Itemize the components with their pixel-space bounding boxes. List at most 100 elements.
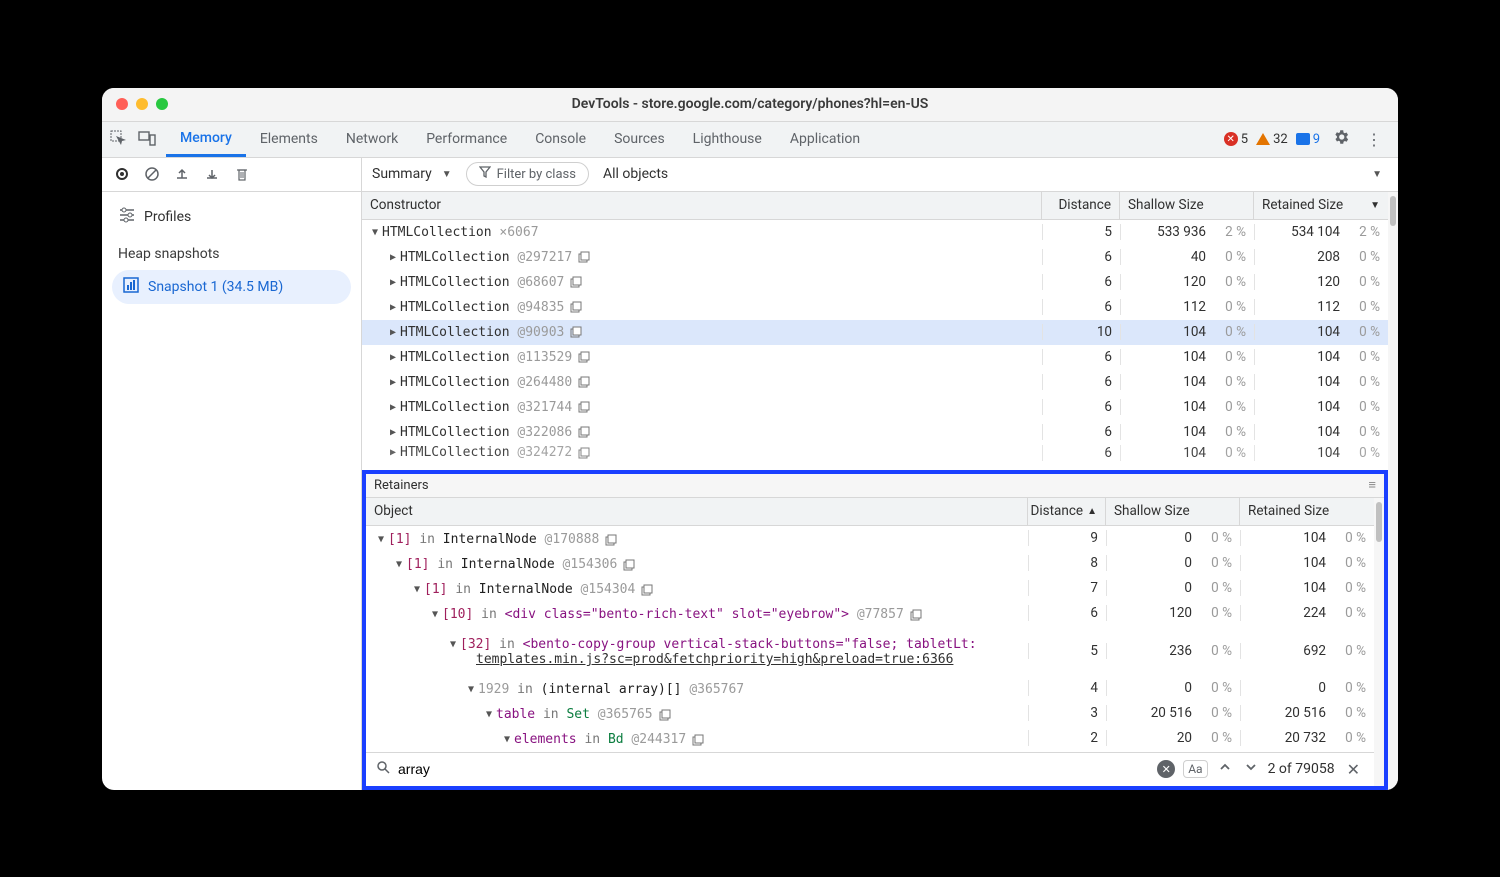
retainer-row[interactable]: ▼elements in Bd @2443172200 %20 7320 % xyxy=(366,726,1374,751)
table-row[interactable]: ▶HTMLCollection @2972176400 %2080 % xyxy=(362,245,1388,270)
close-window-button[interactable] xyxy=(116,98,128,110)
panel-tabs: Memory Elements Network Performance Cons… xyxy=(166,122,874,157)
maximize-window-button[interactable] xyxy=(156,98,168,110)
table-row[interactable]: ▶HTMLCollection @32174461040 %1040 % xyxy=(362,395,1388,420)
profiles-header[interactable]: Profiles xyxy=(112,202,351,232)
popout-icon[interactable] xyxy=(641,584,653,596)
prev-result-icon[interactable] xyxy=(1216,761,1234,777)
devtools-window: DevTools - store.google.com/category/pho… xyxy=(102,88,1398,790)
snapshot-item[interactable]: Snapshot 1 (34.5 MB) xyxy=(112,270,351,304)
popout-icon[interactable] xyxy=(659,709,671,721)
warning-count[interactable]: 32 xyxy=(1256,132,1288,147)
table-row[interactable]: ▶HTMLCollection @32427261040 %1040 % xyxy=(362,445,1388,461)
retainer-row[interactable]: ▼1929 in (internal array)[] @365767400 %… xyxy=(366,676,1374,701)
table-row[interactable]: ▶HTMLCollection @11352961040 %1040 % xyxy=(362,345,1388,370)
chevron-down-icon[interactable]: ▼ xyxy=(1372,169,1382,180)
record-icon[interactable] xyxy=(114,166,130,182)
device-toolbar-icon[interactable] xyxy=(138,130,156,148)
view-select[interactable]: Summary ▼ xyxy=(372,166,452,182)
tab-performance[interactable]: Performance xyxy=(412,122,521,157)
col-shallow-size[interactable]: Shallow Size xyxy=(1120,192,1254,219)
popout-icon[interactable] xyxy=(578,376,590,388)
more-icon[interactable]: ⋮ xyxy=(1362,130,1386,149)
popout-icon[interactable] xyxy=(570,301,582,313)
col-distance[interactable]: Distance▲ xyxy=(1028,498,1106,525)
retainer-row[interactable]: ▼[1] in InternalNode @154304700 %1040 % xyxy=(366,576,1374,601)
hamburger-icon[interactable]: ≡ xyxy=(1368,477,1376,493)
scrollbar[interactable] xyxy=(1388,192,1398,790)
retainer-row[interactable]: ▼[32] in <bento-copy-group vertical-stac… xyxy=(366,626,1374,676)
sidebar-toolbar xyxy=(102,158,361,192)
sort-desc-icon: ▼ xyxy=(1370,200,1380,211)
sidebar: Profiles Heap snapshots Snapshot 1 (34.5… xyxy=(102,158,362,790)
retainers-panel: Retainers ≡ Object Distance▲ Shallow Siz… xyxy=(362,470,1388,790)
save-icon[interactable] xyxy=(204,166,220,182)
popout-icon[interactable] xyxy=(605,534,617,546)
table-row[interactable]: ▶HTMLCollection @26448061040 %1040 % xyxy=(362,370,1388,395)
col-retained-size[interactable]: Retained Size▼ xyxy=(1254,192,1388,219)
retainer-row[interactable]: ▼[1] in InternalNode @154306800 %1040 % xyxy=(366,551,1374,576)
popout-icon[interactable] xyxy=(910,609,922,621)
tab-sources[interactable]: Sources xyxy=(600,122,679,157)
col-retained-size[interactable]: Retained Size xyxy=(1240,498,1374,525)
popout-icon[interactable] xyxy=(578,251,590,263)
main-toolbar: Memory Elements Network Performance Cons… xyxy=(102,122,1398,158)
class-filter[interactable]: Filter by class xyxy=(466,162,589,186)
inspect-icon[interactable] xyxy=(110,130,128,148)
window-title: DevTools - store.google.com/category/pho… xyxy=(102,96,1398,112)
popout-icon[interactable] xyxy=(692,734,704,746)
table-row[interactable]: ▶HTMLCollection @6860761200 %1200 % xyxy=(362,270,1388,295)
popout-icon[interactable] xyxy=(578,426,590,438)
retainers-title: Retainers xyxy=(374,478,1368,493)
table-row-group[interactable]: ▼HTMLCollection ×6067 5 533 9362 % 534 1… xyxy=(362,220,1388,245)
retainers-table-header: Object Distance▲ Shallow Size Retained S… xyxy=(366,498,1374,526)
clear-search-icon[interactable]: ✕ xyxy=(1157,760,1175,778)
gc-icon[interactable] xyxy=(234,166,250,182)
error-icon: ✕ xyxy=(1224,132,1238,146)
next-result-icon[interactable] xyxy=(1242,761,1260,777)
message-icon xyxy=(1296,133,1310,145)
popout-icon[interactable] xyxy=(578,447,590,459)
title-bar: DevTools - store.google.com/category/pho… xyxy=(102,88,1398,122)
col-shallow-size[interactable]: Shallow Size xyxy=(1106,498,1240,525)
window-controls xyxy=(116,98,168,110)
popout-icon[interactable] xyxy=(578,351,590,363)
col-constructor[interactable]: Constructor xyxy=(362,192,1042,219)
table-row[interactable]: ▶HTMLCollection @9483561120 %1120 % xyxy=(362,295,1388,320)
load-icon[interactable] xyxy=(174,166,190,182)
search-count: 2 of 79058 xyxy=(1268,761,1335,777)
constructor-table-header: Constructor Distance Shallow Size Retain… xyxy=(362,192,1388,220)
retainer-row[interactable]: ▼table in Set @365765320 5160 %20 5160 % xyxy=(366,701,1374,726)
col-distance[interactable]: Distance xyxy=(1042,192,1120,219)
summary-bar: Summary ▼ Filter by class All objects ▼ xyxy=(362,158,1398,192)
tab-console[interactable]: Console xyxy=(521,122,600,157)
popout-icon[interactable] xyxy=(570,276,582,288)
error-count[interactable]: ✕ 5 xyxy=(1224,132,1248,147)
retainer-row[interactable]: ▼[1] in InternalNode @170888900 %1040 % xyxy=(366,526,1374,551)
clear-icon[interactable] xyxy=(144,166,160,182)
scrollbar[interactable] xyxy=(1374,498,1384,786)
search-bar: ✕ Aa 2 of 79058 ✕ xyxy=(366,752,1374,786)
tab-network[interactable]: Network xyxy=(332,122,412,157)
retainer-row[interactable]: ▼[10] in <div class="bento-rich-text" sl… xyxy=(366,601,1374,626)
table-row[interactable]: ▶HTMLCollection @32208661040 %1040 % xyxy=(362,420,1388,445)
popout-icon[interactable] xyxy=(570,326,582,338)
col-object[interactable]: Object xyxy=(366,498,1028,525)
settings-icon[interactable] xyxy=(1328,128,1354,150)
heap-snapshots-label: Heap snapshots xyxy=(118,246,351,262)
tab-application[interactable]: Application xyxy=(776,122,874,157)
search-input[interactable] xyxy=(398,761,1149,777)
message-count[interactable]: 9 xyxy=(1296,132,1320,147)
popout-icon[interactable] xyxy=(623,559,635,571)
match-case-toggle[interactable]: Aa xyxy=(1183,760,1207,778)
all-objects-select[interactable]: All objects xyxy=(603,166,668,182)
content: Summary ▼ Filter by class All objects ▼ … xyxy=(362,158,1398,790)
minimize-window-button[interactable] xyxy=(136,98,148,110)
close-search-icon[interactable]: ✕ xyxy=(1343,760,1364,779)
tab-memory[interactable]: Memory xyxy=(166,122,246,157)
warning-icon xyxy=(1256,133,1270,145)
popout-icon[interactable] xyxy=(578,401,590,413)
tab-lighthouse[interactable]: Lighthouse xyxy=(679,122,776,157)
tab-elements[interactable]: Elements xyxy=(246,122,332,157)
table-row[interactable]: ▶HTMLCollection @90903101040 %1040 % xyxy=(362,320,1388,345)
